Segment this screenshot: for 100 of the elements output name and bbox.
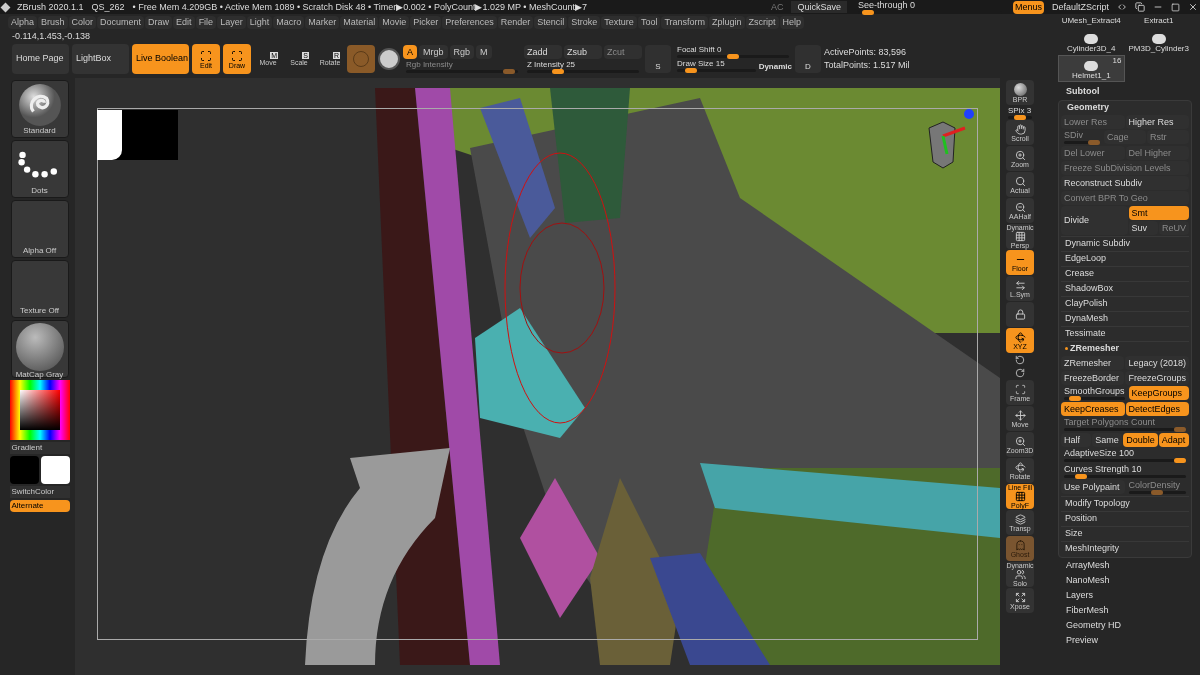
menu-item[interactable]: Layer [217,16,246,29]
mode-button[interactable]: Rgb [449,45,475,59]
menu-item[interactable]: Render [497,16,534,29]
draw-size-slider[interactable]: Draw Size 15 [674,59,759,73]
palette-button[interactable]: KeepCreases [1061,402,1125,416]
focal-shift-slider[interactable]: Focal Shift 0 [674,45,792,59]
palette-header[interactable]: NanoMesh [1058,573,1192,588]
shelf-tile[interactable]: MatCap Gray [10,320,69,378]
restore-icon[interactable] [1171,2,1180,12]
shelf-tile[interactable]: Texture Off [10,260,69,318]
view-button[interactable] [1006,302,1034,327]
palette-header[interactable]: FiberMesh [1058,603,1192,618]
toolbar-button[interactable]: Home Page [12,44,69,74]
windows-icon[interactable] [1135,2,1145,12]
menu-item[interactable]: Help [779,16,805,29]
slider-thumb[interactable] [727,54,739,59]
palette-button[interactable]: KeepGroups [1128,386,1189,400]
palette-header[interactable]: Preview [1058,633,1192,648]
palette-slider[interactable]: Curves Strength 10 [1061,464,1189,479]
palette-button[interactable]: DetectEdges [1125,402,1189,416]
toolbar-button[interactable]: LightBox [72,44,129,74]
palette-button[interactable]: Adapt [1158,433,1189,447]
palette-item[interactable]: Modify Topology [1061,496,1189,510]
menu-item[interactable]: Zscript [745,16,779,29]
mode-button[interactable]: M [476,45,492,59]
shelf-tile[interactable]: Standard [10,80,69,138]
shelf-tile[interactable]: Dots [10,140,69,198]
palette-item[interactable]: EdgeLoop [1061,251,1189,265]
palette-button[interactable]: ZRemesher [1061,356,1125,370]
rotate-icon[interactable] [1015,368,1025,378]
slider-thumb[interactable] [1014,114,1026,120]
palette-item[interactable]: ZRemesher [1061,341,1189,355]
palette-header[interactable]: Geometry HD [1058,618,1192,633]
palette-button[interactable]: Use Polypaint [1061,480,1125,494]
navigation-thumbnail[interactable] [97,110,178,160]
mode-button[interactable]: Zsub [564,45,602,59]
menu-item[interactable]: Material [340,16,379,29]
palette-item[interactable]: MeshIntegrity [1061,541,1189,555]
slider-thumb[interactable] [685,68,697,73]
shelf-tile[interactable]: Alpha Off [10,200,69,258]
palette-item[interactable]: DynaMesh [1061,311,1189,325]
z-intensity-slider[interactable]: Z Intensity 25 [524,61,642,73]
layout-icon[interactable] [1117,2,1127,12]
menu-item[interactable]: Document [97,16,145,29]
color-swatch[interactable] [40,456,70,484]
menu-item[interactable]: File [195,16,217,29]
menu-item[interactable]: Draw [145,16,173,29]
close-icon[interactable] [1188,2,1198,12]
menu-item[interactable]: Edit [173,16,195,29]
menu-item[interactable]: Color [68,16,97,29]
palette-button[interactable]: Double [1123,433,1158,447]
subtool-header[interactable]: Subtool [1058,85,1192,100]
focal-key-button[interactable]: S [645,45,671,73]
mode-button[interactable]: A [403,45,417,59]
slider-thumb[interactable] [1075,474,1087,479]
see-through-slider[interactable]: See-through 0 [854,0,1005,14]
menu-item[interactable]: Stroke [568,16,601,29]
slider-thumb[interactable] [1174,458,1186,463]
mode-button[interactable]: Zadd [524,45,562,59]
palette-button[interactable]: Suv [1128,221,1158,235]
menu-item[interactable]: Brush [38,16,68,29]
menu-item[interactable]: Texture [601,16,637,29]
menu-item[interactable]: Alpha [8,16,38,29]
menu-item[interactable]: Picker [410,16,442,29]
alternate-button[interactable]: Alternate [9,500,70,512]
palette-header[interactable]: Layers [1058,588,1192,603]
menu-item[interactable]: Preferences [442,16,497,29]
menu-item[interactable]: Movie [379,16,410,29]
menu-item[interactable]: Tool [637,16,661,29]
color-swatch[interactable] [9,456,39,484]
switch-color-button[interactable]: SwitchColor [9,486,70,498]
palette-item[interactable]: Dynamic Subdiv [1061,236,1189,250]
slider-thumb[interactable] [1068,396,1081,401]
palette-item[interactable]: ClayPolish [1061,296,1189,310]
palette-button[interactable]: Half [1061,433,1092,447]
palette-header[interactable]: ArrayMesh [1058,558,1192,573]
palette-button[interactable]: Divide [1061,206,1128,235]
spix-slider[interactable]: SPix 3 [1005,106,1035,119]
menu-item[interactable]: Light [246,16,273,29]
palette-button[interactable]: Legacy (2018) [1125,356,1189,370]
gradient-button[interactable]: Gradient [9,442,70,454]
mode-button[interactable]: Mrgb [419,45,448,59]
palette-button[interactable]: FreezeBorder [1061,371,1125,385]
palette-button[interactable]: Reconstruct Subdiv [1061,176,1189,190]
palette-item[interactable]: Crease [1061,266,1189,280]
palette-button[interactable]: Same [1092,433,1123,447]
menu-item[interactable]: Marker [305,16,340,29]
palette-item[interactable]: Tessimate [1061,326,1189,340]
palette-button[interactable]: Higher Res [1125,115,1189,129]
menu-item[interactable]: Macro [273,16,305,29]
menu-item[interactable]: Zplugin [709,16,745,29]
palette-item[interactable]: ShadowBox [1061,281,1189,295]
quicksave-button[interactable]: QuickSave [791,1,847,13]
menu-item[interactable]: Stencil [534,16,568,29]
color-picker[interactable] [9,380,70,440]
palette-item[interactable]: Position [1061,511,1189,525]
geometry-header[interactable]: Geometry [1061,101,1189,114]
menu-item[interactable]: Transform [661,16,709,29]
rotate-icon[interactable] [1015,355,1025,365]
menus-button[interactable]: Menus [1012,0,1044,14]
